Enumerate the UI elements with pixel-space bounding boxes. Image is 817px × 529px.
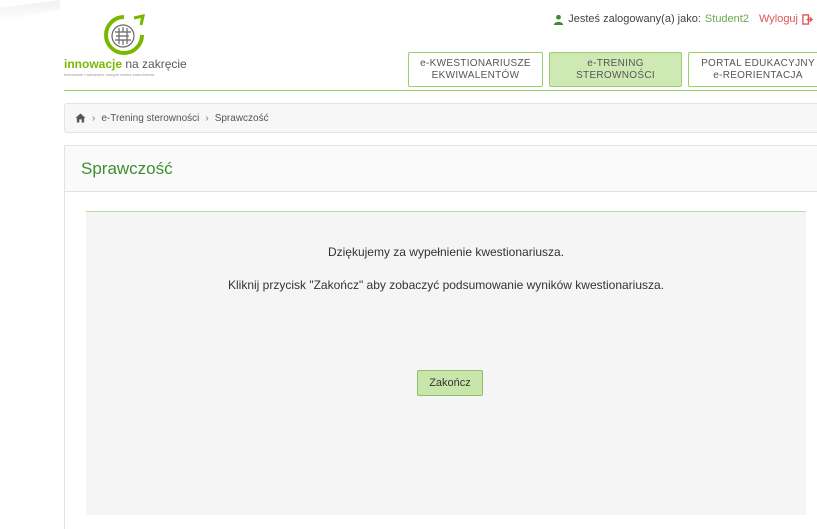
main-panel: Sprawczość Dziękujemy za wypełnienie kwe… <box>64 145 817 529</box>
header-divider <box>64 90 817 91</box>
breadcrumb-separator: › <box>92 112 96 124</box>
nav-label-line2: EKWIWALENTÓW <box>431 69 520 81</box>
username-link[interactable]: Student2 <box>705 13 749 25</box>
top-nav: e-KWESTIONARIUSZE EKWIWALENTÓW e-TRENING… <box>408 52 817 87</box>
breadcrumb: › e-Trening sterowności › Sprawczość <box>64 103 817 133</box>
logout-link[interactable]: Wyloguj <box>759 13 798 25</box>
nav-label-line1: e-TRENING <box>587 57 644 69</box>
nav-label-line1: PORTAL EDUKACYJNY <box>701 57 815 69</box>
user-icon <box>554 14 564 25</box>
logo-maze-icon <box>104 14 145 55</box>
nav-portal-edukacyjny[interactable]: PORTAL EDUKACYJNY e-REORIENTACJA <box>688 52 817 87</box>
logout-icon[interactable] <box>802 13 813 25</box>
logo-brand-rest: na zakręcie <box>125 57 187 71</box>
logo-tagline: testowanie i wdrażanie nowych metod zatr… <box>64 72 155 77</box>
nav-e-trening[interactable]: e-TRENING STEROWNOŚCI <box>549 52 682 87</box>
decorative-corner <box>0 0 60 22</box>
logo[interactable]: innowacje na zakręcie testowanie i wdraż… <box>64 14 204 77</box>
breadcrumb-separator: › <box>205 112 209 124</box>
instruction-message: Kliknij przycisk "Zakończ" aby zobaczyć … <box>227 278 665 292</box>
user-bar: Jesteś zalogowany(a) jako: Student2 Wylo… <box>553 13 813 25</box>
home-icon[interactable] <box>75 113 86 123</box>
logo-text: innowacje na zakręcie <box>64 57 187 71</box>
completion-box: Dziękujemy za wypełnienie kwestionariusz… <box>86 211 806 515</box>
nav-e-kwestionariusze[interactable]: e-KWESTIONARIUSZE EKWIWALENTÓW <box>408 52 543 87</box>
nav-label-line2: e-REORIENTACJA <box>713 69 803 81</box>
nav-label-line1: e-KWESTIONARIUSZE <box>420 57 531 69</box>
logo-brand-bold: innowacje <box>64 57 123 71</box>
page-title: Sprawczość <box>65 146 817 192</box>
breadcrumb-item-current: Sprawczość <box>214 112 269 124</box>
thank-you-message: Dziękujemy za wypełnienie kwestionariusz… <box>327 245 565 259</box>
breadcrumb-item-e-trening[interactable]: e-Trening sterowności <box>101 113 199 124</box>
nav-label-line2: STEROWNOŚCI <box>576 69 655 81</box>
finish-button[interactable]: Zakończ <box>417 370 483 396</box>
logged-in-text: Jesteś zalogowany(a) jako: <box>568 13 701 25</box>
